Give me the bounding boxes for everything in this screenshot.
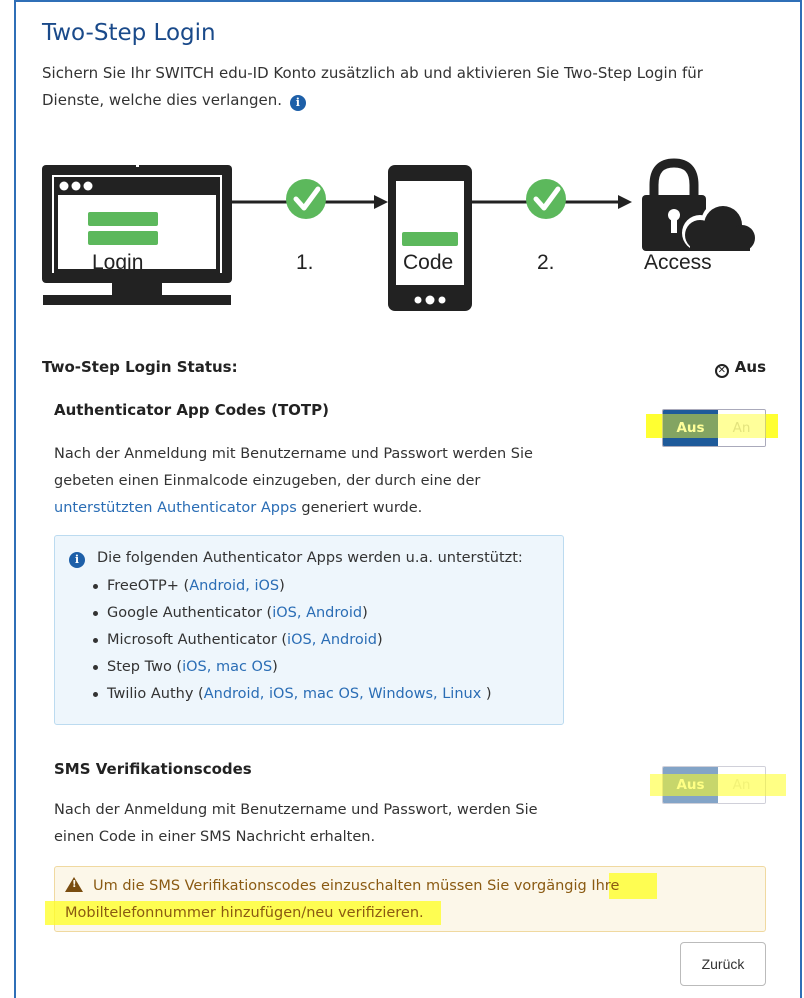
- app-name: Twilio Authy (: [107, 686, 204, 702]
- app-paren: ): [376, 632, 383, 648]
- code-label: Code: [403, 251, 453, 274]
- warning-text: ! Um die SMS Verifikationscodes einzuscha…: [65, 873, 755, 927]
- sms-title: SMS Verifikationscodes: [54, 760, 252, 778]
- app-paren: ): [362, 605, 368, 621]
- apps-heading-text: Die folgenden Authenticator Apps werden …: [97, 550, 523, 566]
- info-icon[interactable]: i: [289, 95, 306, 111]
- app-paren: ): [279, 578, 285, 594]
- app-name: Google Authenticator (: [107, 605, 273, 621]
- warning-message: Um die SMS Verifikationscodes einzuschal…: [93, 878, 592, 894]
- login-label: Login: [92, 251, 143, 274]
- app-store-links[interactable]: iOS, mac OS: [182, 659, 272, 675]
- app-name: FreeOTP+ (: [107, 578, 190, 594]
- app-paren: ): [272, 659, 278, 675]
- totp-text: Nach der Anmeldung mit Benutzername und …: [54, 446, 533, 489]
- sms-warning-box: ! Um die SMS Verifikationscodes einzuscha…: [45, 866, 766, 932]
- list-item: Microsoft Authenticator (iOS, Android): [93, 627, 549, 654]
- totp-description: Nach der Anmeldung mit Benutzername und …: [54, 441, 554, 522]
- lock-cloud-icon: [642, 158, 758, 253]
- phone-icon: [388, 165, 472, 311]
- status-value: ✕ Aus: [714, 358, 766, 378]
- list-item: Step Two (iOS, mac OS): [93, 654, 549, 681]
- totp-title: Authenticator App Codes (TOTP): [54, 401, 330, 419]
- status-text: Aus: [734, 358, 766, 376]
- back-button[interactable]: Zurück: [680, 942, 766, 986]
- warning-icon: !: [65, 877, 83, 892]
- warning-end: .: [419, 905, 424, 921]
- subtitle-text: Sichern Sie Ihr SWITCH edu-ID Konto zusä…: [42, 64, 703, 109]
- page-title: Two-Step Login: [42, 20, 216, 46]
- list-item: FreeOTP+ (Android, iOS): [93, 573, 549, 600]
- status-label: Two-Step Login Status:: [42, 358, 238, 376]
- app-name: Microsoft Authenticator (: [107, 632, 288, 648]
- two-step-diagram: Login 1. Code 2. Access: [40, 155, 770, 320]
- step-2-label: 2.: [537, 251, 555, 274]
- sms-description: Nach der Anmeldung mit Benutzername und …: [54, 802, 538, 845]
- totp-text-end: generiert wurde.: [296, 500, 423, 516]
- app-name: Step Two (: [107, 659, 183, 675]
- check-icon-2: [526, 179, 566, 219]
- step-1-label: 1.: [296, 251, 314, 274]
- list-item: Google Authenticator (iOS, Android): [93, 600, 549, 627]
- monitor-icon: [42, 163, 232, 305]
- page-subtitle: Sichern Sie Ihr SWITCH edu-ID Konto zusä…: [42, 60, 752, 114]
- apps-list: FreeOTP+ (Android, iOS) Google Authentic…: [93, 573, 549, 708]
- apps-heading: i Die folgenden Authenticator Apps werden…: [69, 546, 549, 570]
- info-icon: i: [69, 552, 85, 568]
- authenticator-apps-link[interactable]: unterstützten Authenticator Apps: [54, 500, 297, 516]
- app-store-links[interactable]: Android, iOS, mac OS, Windows, Linux: [204, 686, 486, 702]
- list-item: Twilio Authy (Android, iOS, mac OS, Wind…: [93, 681, 549, 708]
- circle-x-icon: ✕: [714, 364, 729, 378]
- app-store-links[interactable]: iOS, Android: [272, 605, 362, 621]
- access-label: Access: [644, 251, 712, 274]
- app-store-links[interactable]: iOS, Android: [287, 632, 377, 648]
- app-store-links[interactable]: Android, iOS: [189, 578, 279, 594]
- app-paren: ): [485, 686, 492, 702]
- apps-info-box: i Die folgenden Authenticator Apps werden…: [54, 535, 564, 725]
- check-icon-1: [286, 179, 326, 219]
- highlight-overlay: [646, 414, 778, 438]
- highlight-mark: [650, 774, 786, 796]
